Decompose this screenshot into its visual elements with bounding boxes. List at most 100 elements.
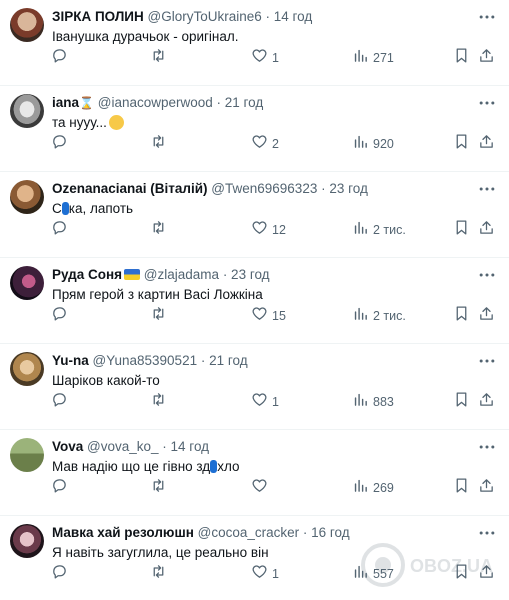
reply-item[interactable]: Ozenanacianai (Віталій) @Twen69696323 · … — [0, 172, 509, 258]
reply-item[interactable]: Vova @vova_ko_ · 14 год Мав надію що це … — [0, 430, 509, 516]
reply-button[interactable] — [51, 48, 68, 68]
views-icon — [352, 47, 369, 69]
bookmark-button[interactable] — [453, 564, 470, 584]
reply-item[interactable]: iana⌛ @ianacowperwood · 21 год та нууу..… — [0, 86, 509, 172]
author-name[interactable]: Yu-na — [52, 353, 89, 368]
reply-text: Я навіть загуглила, це реально він — [52, 545, 269, 560]
like-button[interactable]: 15 — [251, 306, 286, 326]
share-button[interactable] — [478, 220, 495, 240]
share-icon — [478, 391, 495, 413]
like-button[interactable] — [251, 478, 272, 498]
reply-button[interactable] — [51, 220, 68, 240]
reply-item[interactable]: ЗІРКА ПОЛИН @GloryToUkraine6 · 14 год Ів… — [0, 0, 509, 86]
author-handle[interactable]: @Twen69696323 — [211, 181, 317, 196]
reply-button[interactable] — [51, 478, 68, 498]
action-bar: 1 883 — [0, 392, 509, 412]
timestamp[interactable]: · 23 год — [321, 181, 368, 196]
more-icon[interactable] — [477, 351, 497, 371]
reply-header: Руда Соня @zlajadama · 23 год — [52, 266, 469, 284]
author-name[interactable]: iana — [52, 95, 79, 110]
like-button[interactable]: 12 — [251, 220, 286, 240]
retweet-button[interactable] — [150, 564, 167, 584]
author-handle[interactable]: @ianacowperwood — [98, 95, 213, 110]
timestamp[interactable]: · 14 год — [266, 9, 313, 24]
timestamp[interactable]: · 21 год — [201, 353, 248, 368]
retweet-button[interactable] — [150, 220, 167, 240]
more-icon[interactable] — [477, 523, 497, 543]
reply-item[interactable]: Мавка хай резолюшн @cocoa_cracker · 16 г… — [0, 516, 509, 600]
bookmark-icon — [453, 219, 470, 241]
retweet-button[interactable] — [150, 48, 167, 68]
reply-icon — [51, 391, 68, 413]
timestamp[interactable]: · 14 год — [162, 439, 209, 454]
action-bar: 1 271 — [0, 48, 509, 68]
more-icon[interactable] — [477, 179, 497, 199]
like-icon — [251, 563, 268, 585]
author-name[interactable]: Ozenanacianai (Віталій) — [52, 181, 208, 196]
author-name[interactable]: ЗІРКА ПОЛИН — [52, 9, 144, 24]
share-button[interactable] — [478, 478, 495, 498]
author-name[interactable]: Vova — [52, 439, 83, 454]
timestamp[interactable]: · 16 год — [303, 525, 350, 540]
views-button[interactable]: 883 — [352, 392, 394, 412]
views-count: 557 — [373, 567, 394, 581]
author-handle[interactable]: @vova_ko_ — [87, 439, 159, 454]
avatar[interactable] — [10, 94, 44, 128]
like-button[interactable]: 1 — [251, 392, 279, 412]
reply-button[interactable] — [51, 306, 68, 326]
views-button[interactable]: 557 — [352, 564, 394, 584]
share-button[interactable] — [478, 134, 495, 154]
share-button[interactable] — [478, 392, 495, 412]
bookmark-button[interactable] — [453, 134, 470, 154]
more-icon[interactable] — [477, 7, 497, 27]
timestamp[interactable]: · 21 год — [217, 95, 264, 110]
views-button[interactable]: 269 — [352, 478, 394, 498]
author-name[interactable]: Руда Соня — [52, 267, 122, 282]
avatar[interactable] — [10, 438, 44, 472]
author-name[interactable]: Мавка хай резолюшн — [52, 525, 194, 540]
reply-item[interactable]: Руда Соня @zlajadama · 23 год Прям герой… — [0, 258, 509, 344]
retweet-button[interactable] — [150, 478, 167, 498]
reply-button[interactable] — [51, 392, 68, 412]
author-handle[interactable]: @cocoa_cracker — [198, 525, 300, 540]
like-count: 12 — [272, 223, 286, 237]
avatar[interactable] — [10, 266, 44, 300]
reply-button[interactable] — [51, 564, 68, 584]
bookmark-button[interactable] — [453, 220, 470, 240]
like-button[interactable]: 1 — [251, 48, 279, 68]
like-icon — [251, 477, 268, 499]
share-button[interactable] — [478, 48, 495, 68]
retweet-button[interactable] — [150, 134, 167, 154]
avatar[interactable] — [10, 8, 44, 42]
author-handle[interactable]: @zlajadama — [144, 267, 219, 282]
more-icon[interactable] — [477, 265, 497, 285]
author-handle[interactable]: @GloryToUkraine6 — [148, 9, 262, 24]
reply-item[interactable]: Yu-na @Yuna85390521 · 21 год Шаріков как… — [0, 344, 509, 430]
retweet-button[interactable] — [150, 306, 167, 326]
timestamp[interactable]: · 23 год — [223, 267, 270, 282]
avatar[interactable] — [10, 352, 44, 386]
views-icon — [352, 477, 369, 499]
retweet-button[interactable] — [150, 392, 167, 412]
avatar[interactable] — [10, 524, 44, 558]
bookmark-button[interactable] — [453, 392, 470, 412]
share-button[interactable] — [478, 564, 495, 584]
views-button[interactable]: 271 — [352, 48, 394, 68]
views-button[interactable]: 2 тис. — [352, 306, 406, 326]
avatar[interactable] — [10, 180, 44, 214]
like-button[interactable]: 2 — [251, 134, 279, 154]
retweet-icon — [150, 477, 167, 499]
bookmark-button[interactable] — [453, 306, 470, 326]
share-button[interactable] — [478, 306, 495, 326]
views-button[interactable]: 920 — [352, 134, 394, 154]
more-icon[interactable] — [477, 93, 497, 113]
more-icon[interactable] — [477, 437, 497, 457]
bookmark-button[interactable] — [453, 478, 470, 498]
like-button[interactable]: 1 — [251, 564, 279, 584]
author-handle[interactable]: @Yuna85390521 — [93, 353, 198, 368]
reply-header: Ozenanacianai (Віталій) @Twen69696323 · … — [52, 180, 469, 198]
views-button[interactable]: 2 тис. — [352, 220, 406, 240]
bookmark-button[interactable] — [453, 48, 470, 68]
reply-icon — [51, 305, 68, 327]
reply-button[interactable] — [51, 134, 68, 154]
